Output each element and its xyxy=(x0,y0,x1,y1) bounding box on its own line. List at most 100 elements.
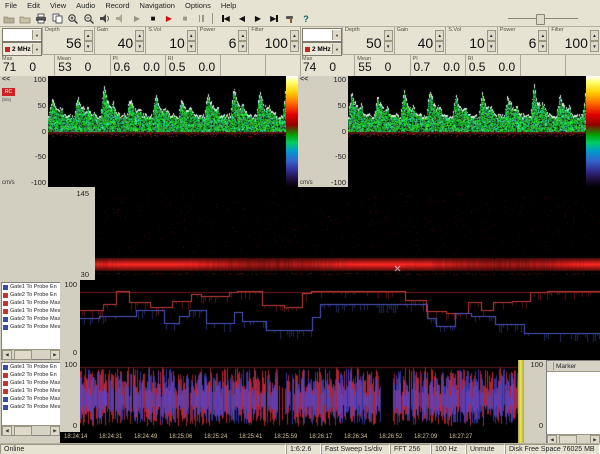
step-back-icon[interactable]: ◀ xyxy=(235,12,249,25)
legend-item[interactable]: Gate1 To Probe En xyxy=(2,363,60,371)
power-up-button[interactable]: ▲ xyxy=(538,30,547,41)
filter-up-button[interactable]: ▲ xyxy=(590,30,599,41)
gain-up-button[interactable]: ▲ xyxy=(135,30,144,41)
trend-2-legend: Gate1 To Probe En Gate2 To Probe En Gate… xyxy=(1,362,61,436)
svol-down-button[interactable]: ▼ xyxy=(487,41,496,52)
legend-item[interactable]: Gate2 To Probe Max xyxy=(2,395,60,403)
channel-1-controls: ▼ 2 MHz ▼ Depth 56 ▲▼ Gain 40 ▲▼ xyxy=(0,27,301,77)
legend-item[interactable]: Gate1 To Probe En xyxy=(2,283,60,291)
menu-file[interactable]: File xyxy=(0,1,22,10)
gain-down-button[interactable]: ▼ xyxy=(435,41,444,52)
record-icon[interactable]: ▶ xyxy=(162,12,176,25)
scrollbar-thumb[interactable] xyxy=(14,350,32,360)
tools-icon[interactable] xyxy=(283,12,297,25)
help-icon[interactable]: ? xyxy=(299,12,313,25)
depth-down-button[interactable]: ▼ xyxy=(384,41,393,52)
speaker-off-icon[interactable] xyxy=(114,12,128,25)
step-forward-icon[interactable]: ▶ xyxy=(251,12,265,25)
chevron-down-icon[interactable]: ▼ xyxy=(332,30,341,40)
app-window: File Edit View Audio Record Navigation O… xyxy=(0,0,600,454)
collapse-button[interactable]: << xyxy=(300,76,308,83)
legend-item[interactable]: Gate1 To Probe Max xyxy=(2,299,60,307)
depth-up-button[interactable]: ▲ xyxy=(384,30,393,41)
copy-icon[interactable] xyxy=(50,12,64,25)
chevron-down-icon[interactable]: ▼ xyxy=(332,44,341,54)
legend-item[interactable]: Gate2 To Probe Max xyxy=(2,315,60,323)
pause-icon[interactable] xyxy=(194,12,208,25)
channel-2-probe-select[interactable]: 2 MHz ▼ xyxy=(302,42,342,56)
depth-up-button[interactable]: ▲ xyxy=(84,30,93,41)
filter-down-button[interactable]: ▼ xyxy=(590,41,599,52)
time-label: 18:26:52 xyxy=(379,434,413,440)
print-icon[interactable] xyxy=(34,12,48,25)
gain-down-button[interactable]: ▼ xyxy=(135,41,144,52)
status-filter-freq[interactable]: 100 Hz xyxy=(431,444,466,454)
status-sweep[interactable]: Fast Sweep 1s/div xyxy=(321,444,390,454)
scrollbar-thumb[interactable] xyxy=(14,426,32,436)
depth-down-button[interactable]: ▼ xyxy=(84,41,93,52)
legend-label: Gate1 To Probe Mean xyxy=(10,388,60,394)
trend-2-axis: 100 0 xyxy=(60,360,80,432)
legend-label: Gate1 To Probe Max xyxy=(10,300,60,306)
channel-1-spectrogram xyxy=(48,76,286,187)
power-down-button[interactable]: ▼ xyxy=(538,41,547,52)
filter-down-button[interactable]: ▼ xyxy=(290,41,299,52)
scroll-right-icon[interactable]: ▶ xyxy=(50,426,60,436)
mean-value: 53 xyxy=(58,60,71,74)
legend-scrollbar[interactable]: ◀▶ xyxy=(2,349,60,359)
empty-stat xyxy=(265,55,300,77)
legend-item[interactable]: Gate1 To Probe Mean xyxy=(2,307,60,315)
status-fft[interactable]: FFT 256 xyxy=(390,444,431,454)
legend-item[interactable]: Gate1 To Probe Max xyxy=(2,379,60,387)
menu-view[interactable]: View xyxy=(45,1,71,10)
volume-slider[interactable] xyxy=(508,14,578,23)
chevron-down-icon[interactable]: ▼ xyxy=(32,30,41,40)
speaker-on-icon[interactable] xyxy=(98,12,112,25)
zoom-out-icon[interactable] xyxy=(82,12,96,25)
marker-panel-header[interactable]: Marker xyxy=(547,361,600,372)
menu-help[interactable]: Help xyxy=(216,1,241,10)
play-icon[interactable]: ▶ xyxy=(130,12,144,25)
folder-icon[interactable] xyxy=(18,12,32,25)
menu-navigation[interactable]: Navigation xyxy=(135,1,180,10)
legend-item[interactable]: Gate1 To Probe Mean xyxy=(2,387,60,395)
svol-down-button[interactable]: ▼ xyxy=(187,41,196,52)
open-icon[interactable] xyxy=(2,12,16,25)
gain-up-button[interactable]: ▲ xyxy=(435,30,444,41)
menu-audio[interactable]: Audio xyxy=(71,1,100,10)
legend-item[interactable]: Gate2 To Probe En xyxy=(2,291,60,299)
legend-item[interactable]: Gate2 To Probe En xyxy=(2,371,60,379)
pi-stat: PI 0.70.0 xyxy=(410,55,465,77)
power-up-button[interactable]: ▲ xyxy=(238,30,247,41)
filter-up-button[interactable]: ▲ xyxy=(290,30,299,41)
power-down-button[interactable]: ▼ xyxy=(238,41,247,52)
trend-2-ytick-bottom: 0 xyxy=(73,421,77,430)
scroll-left-icon[interactable]: ◀ xyxy=(2,426,12,436)
scroll-right-icon[interactable]: ▶ xyxy=(50,350,60,360)
legend-item[interactable]: Gate2 To Probe Mean xyxy=(2,323,60,331)
max-value: 71 xyxy=(3,60,16,74)
channel-2-mode-select[interactable]: ▼ xyxy=(302,28,342,42)
skip-end-icon[interactable]: ▶ xyxy=(267,12,281,25)
trend-1-ytick-bottom: 0 xyxy=(73,348,77,357)
legend-item[interactable]: Gate2 To Probe Mean xyxy=(2,403,60,411)
empty-stat xyxy=(520,55,565,77)
menu-record[interactable]: Record xyxy=(100,1,134,10)
legend-label: Gate2 To Probe Max xyxy=(10,396,60,402)
status-mute[interactable]: Unmute xyxy=(466,444,505,454)
chevron-down-icon[interactable]: ▼ xyxy=(32,44,41,54)
svol-up-button[interactable]: ▲ xyxy=(187,30,196,41)
stop-2-icon[interactable]: ■ xyxy=(178,12,192,25)
menu-edit[interactable]: Edit xyxy=(22,1,45,10)
collapse-button[interactable]: << xyxy=(2,76,10,83)
legend-scrollbar[interactable]: ◀▶ xyxy=(2,425,60,435)
volume-slider-thumb[interactable] xyxy=(536,14,545,25)
menu-options[interactable]: Options xyxy=(180,1,216,10)
stop-icon[interactable]: ■ xyxy=(146,12,160,25)
zoom-in-icon[interactable] xyxy=(66,12,80,25)
svol-up-button[interactable]: ▲ xyxy=(487,30,496,41)
skip-start-icon[interactable]: ◀ xyxy=(219,12,233,25)
scroll-left-icon[interactable]: ◀ xyxy=(2,350,12,360)
channel-1-mode-select[interactable]: ▼ xyxy=(2,28,42,42)
channel-1-probe-select[interactable]: 2 MHz ▼ xyxy=(2,42,42,56)
